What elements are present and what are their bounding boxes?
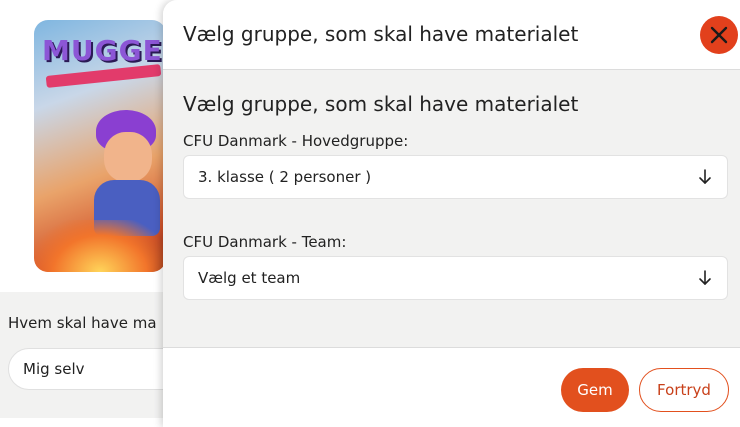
close-icon (710, 26, 728, 44)
poster-character-face (104, 132, 152, 182)
team-label: CFU Danmark - Team: (183, 233, 347, 251)
movie-poster-image[interactable]: MUGGE (34, 20, 166, 272)
team-select[interactable]: Vælg et team (183, 256, 728, 300)
select-group-modal: Vælg gruppe, som skal have materialet Væ… (163, 0, 740, 427)
cancel-button[interactable]: Fortryd (639, 368, 729, 412)
team-select-value: Vælg et team (198, 269, 301, 287)
recipient-select-value: Mig selv (23, 360, 85, 378)
poster-fire (34, 220, 166, 272)
modal-header-title: Vælg gruppe, som skal have materialet (183, 22, 579, 46)
close-button[interactable] (700, 16, 738, 54)
main-group-select-value: 3. klasse ( 2 personer ) (198, 168, 372, 186)
body-title: Vælg gruppe, som skal have materialet (183, 92, 579, 116)
poster-title: MUGGE (42, 34, 163, 67)
poster-subtitle-banner (45, 64, 162, 88)
arrow-down-icon (697, 169, 713, 185)
main-group-select[interactable]: 3. klasse ( 2 personer ) (183, 155, 728, 199)
main-group-label: CFU Danmark - Hovedgruppe: (183, 132, 409, 150)
modal-header: Vælg gruppe, som skal have materialet (163, 0, 740, 70)
modal-body: Vælg gruppe, som skal have materialet CF… (163, 70, 740, 347)
recipient-label: Hvem skal have ma (8, 314, 157, 332)
arrow-down-icon (697, 270, 713, 286)
save-button[interactable]: Gem (561, 368, 629, 412)
modal-footer: Gem Fortryd (163, 347, 740, 427)
